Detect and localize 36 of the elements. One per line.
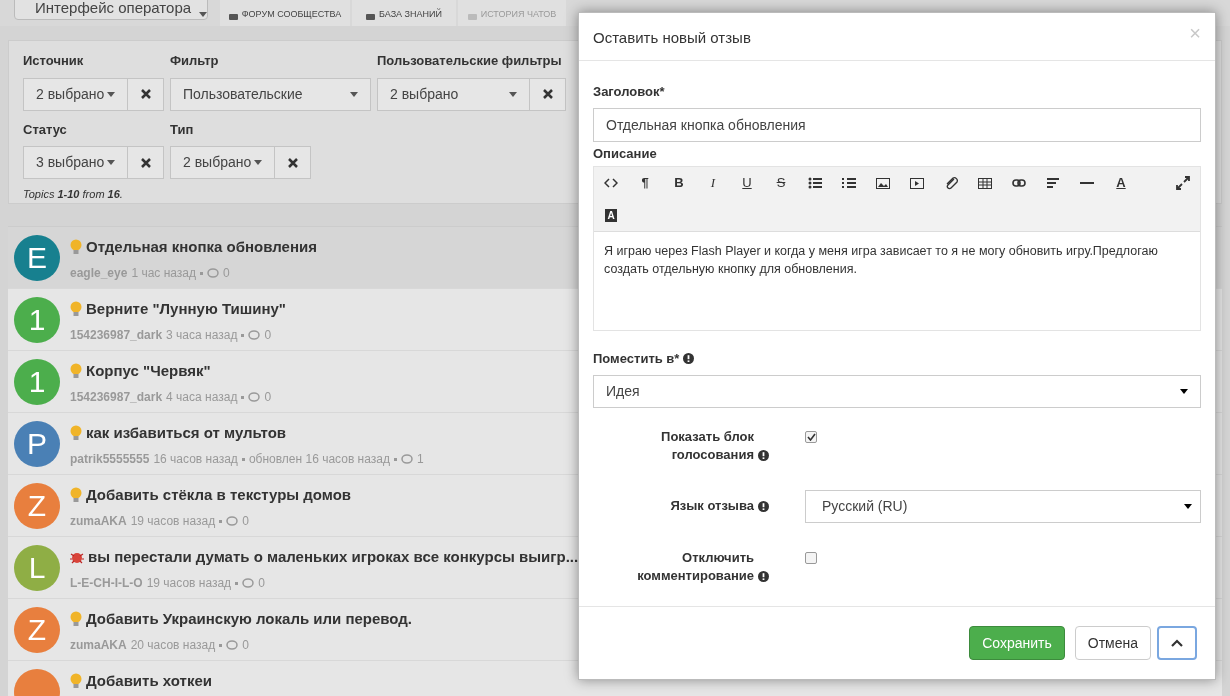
avatar: P <box>14 420 60 467</box>
topic-time: 19 часов назад <box>130 513 216 530</box>
topic-time: 20 часов назад <box>130 637 216 654</box>
field-label: Заголовок* <box>593 83 666 101</box>
comment-count: 1 <box>416 451 424 468</box>
filter-label: Пользовательские фильтры <box>377 52 563 70</box>
comment-count: 0 <box>258 575 265 592</box>
option-label: Показать блок голосования <box>660 427 754 464</box>
comment-count: 0 <box>242 513 249 530</box>
topics-summary: Topics 1-10 from 16. <box>23 187 123 202</box>
avatar: L <box>14 544 60 591</box>
comment-count: 0 <box>242 637 249 654</box>
dialog-title: Оставить новый отзыв <box>593 28 751 49</box>
field-label: Поместить в* <box>593 350 680 368</box>
topic-time: 1 час назад <box>131 265 196 282</box>
avatar: 1 <box>14 358 60 405</box>
filter-label: Источник <box>23 52 85 70</box>
description-text: Я играю через Flash Player и когда у меня игра зависает то я не могу обновить игру.Предлогаю создать отдельную кнопку для обновления. <box>603 243 1159 278</box>
comment-count: 0 <box>264 389 272 406</box>
option-label: Язык отзыва <box>670 496 754 515</box>
filter-label: Статус <box>23 120 68 139</box>
topic-time: 16 часов назад <box>153 451 238 468</box>
topic-time: 3 часа назад <box>166 327 238 344</box>
filter-label: Тип <box>170 120 195 139</box>
topic-time: 19 часов назад <box>146 575 232 592</box>
topic-time: 4 часа назад <box>166 389 238 406</box>
option-label: Отключить комментирование <box>636 548 754 585</box>
avatar: E <box>14 234 60 281</box>
comment-count: 0 <box>223 265 230 282</box>
topic-time: обновлен 16 часов назад <box>248 451 390 468</box>
avatar: Z <box>14 482 60 529</box>
avatar: Z <box>14 606 60 653</box>
filter-label: Фильтр <box>170 52 220 70</box>
field-label: Описание <box>593 144 658 163</box>
avatar: 1 <box>14 296 60 343</box>
comment-count: 0 <box>264 327 272 344</box>
